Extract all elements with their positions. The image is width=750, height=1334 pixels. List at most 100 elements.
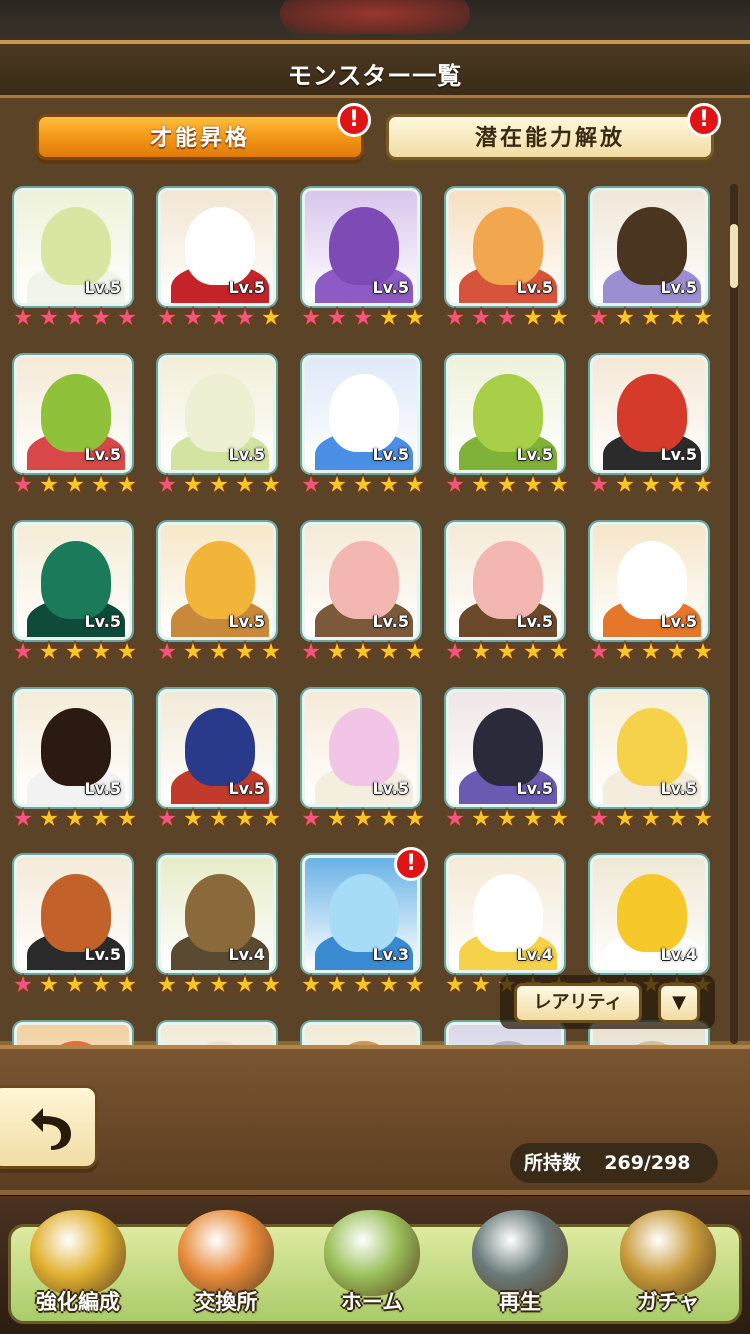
monster-card[interactable]: Lv.5 ★ ★ ★ ★ ★ xyxy=(154,518,283,667)
tab-talent-promotion-label: 才能昇格 xyxy=(149,126,250,151)
nav-gacha[interactable]: ガチャ xyxy=(598,1196,738,1334)
star-icon: ★ xyxy=(11,804,35,834)
nav-label: ホーム xyxy=(340,1290,404,1314)
monster-card[interactable]: Lv.5 ★ ★ ★ ★ ★ xyxy=(10,685,139,834)
rarity-sort-button[interactable]: レアリティ xyxy=(514,983,642,1023)
rarity-stars: ★★★★★ xyxy=(442,805,572,835)
star-icon: ★ xyxy=(613,470,637,500)
top-strip xyxy=(0,0,750,42)
monster-head xyxy=(41,374,111,452)
star-icon: ★ xyxy=(155,303,179,333)
star-icon: ★ xyxy=(403,970,427,1000)
monster-portrait: Lv.5 xyxy=(446,188,564,306)
nav-home[interactable]: ホーム xyxy=(302,1196,442,1334)
monster-portrait: Lv.5 xyxy=(14,855,132,973)
monster-portrait: Lv.5 xyxy=(158,522,276,640)
nav-rebirth[interactable]: 再生 xyxy=(450,1196,590,1334)
star-icon: ★ xyxy=(181,470,205,500)
star-icon: ★ xyxy=(37,470,61,500)
star-icon: ★ xyxy=(11,470,35,500)
star-icon: ★ xyxy=(691,303,715,333)
filter-bar: レアリティ ▼ xyxy=(500,975,715,1029)
scrollbar-thumb[interactable] xyxy=(730,224,738,288)
star-icon: ★ xyxy=(259,470,283,500)
rarity-stars: ★★★★★ xyxy=(442,304,572,334)
monster-level: Lv.3 xyxy=(372,945,409,964)
monster-card[interactable] xyxy=(298,1018,422,1046)
monster-card[interactable]: Lv.5 ★ ★ ★ ★ ★ xyxy=(10,851,139,1000)
star-icon: ★ xyxy=(377,303,401,333)
star-icon: ★ xyxy=(665,637,689,667)
page-title: モンスター一覧 xyxy=(287,62,463,90)
monster-card[interactable]: Lv.5 ★ ★ ★ ★ ★ xyxy=(10,518,139,667)
rarity-stars: ★★★★★ xyxy=(154,971,284,1001)
monster-card[interactable]: Lv.5 ★ ★ ★ ★ ★ xyxy=(586,184,715,333)
monster-card[interactable]: Lv.5 ★ ★ ★ ★ ★ xyxy=(442,351,571,500)
star-icon: ★ xyxy=(443,470,467,500)
monster-card[interactable]: Lv.5 ★ ★ ★ ★ ★ xyxy=(442,184,571,333)
monster-card[interactable]: Lv.5 ★ ★ ★ ★ ★ xyxy=(10,184,139,333)
monster-card[interactable]: Lv.5 ★ ★ ★ ★ ★ xyxy=(442,518,571,667)
star-icon: ★ xyxy=(613,303,637,333)
sort-order-toggle[interactable]: ▼ xyxy=(658,983,700,1023)
monster-portrait: Lv.4 xyxy=(446,855,564,973)
star-icon: ★ xyxy=(63,470,87,500)
star-icon: ★ xyxy=(233,970,257,1000)
star-icon: ★ xyxy=(443,804,467,834)
monster-head xyxy=(329,874,399,952)
monster-card[interactable]: Lv.5 ★ ★ ★ ★ ★ xyxy=(154,685,283,834)
star-icon: ★ xyxy=(37,804,61,834)
star-icon: ★ xyxy=(665,804,689,834)
monster-card[interactable]: Lv.5 ★ ★ ★ ★ ★ xyxy=(154,351,283,500)
nav-enhance[interactable]: 強化編成 xyxy=(8,1196,148,1334)
monster-portrait: Lv.5 xyxy=(302,522,420,640)
monster-card[interactable]: Lv.3! ★ ★ ★ ★ ★ xyxy=(298,847,428,1000)
alert-badge-icon: ! xyxy=(687,103,721,137)
tab-talent-promotion[interactable]: 才能昇格 ! xyxy=(36,103,371,160)
rarity-stars: ★★★★★ xyxy=(154,805,284,835)
monster-portrait xyxy=(158,1022,276,1046)
rarity-stars: ★★★★★ xyxy=(298,805,428,835)
monster-grid: Lv.5 ★ ★ ★ ★ ★ Lv.5 ★ ★ ★ ★ ★ Lv.5 ★ ★ ★ ★ ★ Lv.5 ★ ★ ★ ★ ★ Lv.5… xyxy=(10,184,725,1046)
monster-card[interactable]: Lv.5 ★ ★ ★ ★ ★ xyxy=(298,351,427,500)
monster-head xyxy=(185,207,255,285)
owned-count-label: 所持数 xyxy=(524,1152,582,1174)
tab-potential-unlock-label: 潜在能力解放 xyxy=(474,126,625,151)
star-icon: ★ xyxy=(351,470,375,500)
nav-exchange[interactable]: 交換所 xyxy=(156,1196,296,1334)
monster-card[interactable]: Lv.5 ★ ★ ★ ★ ★ xyxy=(442,685,571,834)
tab-potential-unlock[interactable]: 潜在能力解放 ! xyxy=(386,103,721,160)
star-icon: ★ xyxy=(403,303,427,333)
monster-card[interactable] xyxy=(154,1018,278,1046)
monster-head xyxy=(617,874,687,952)
monster-card[interactable]: Lv.5 ★ ★ ★ ★ ★ xyxy=(298,685,427,834)
rarity-stars: ★★★★★ xyxy=(154,304,284,334)
star-icon: ★ xyxy=(377,637,401,667)
star-icon: ★ xyxy=(443,637,467,667)
star-icon: ★ xyxy=(587,637,611,667)
monster-card[interactable]: Lv.5 ★ ★ ★ ★ ★ xyxy=(154,184,283,333)
monster-card[interactable]: Lv.5 ★ ★ ★ ★ ★ xyxy=(586,351,715,500)
star-icon: ★ xyxy=(469,637,493,667)
scrollbar[interactable] xyxy=(730,184,738,1044)
monster-card[interactable]: Lv.5 ★ ★ ★ ★ ★ xyxy=(298,518,427,667)
star-icon: ★ xyxy=(155,470,179,500)
monster-card[interactable]: Lv.5 ★ ★ ★ ★ ★ xyxy=(586,685,715,834)
monster-portrait: Lv.4 xyxy=(158,855,276,973)
back-button[interactable] xyxy=(0,1085,98,1169)
monster-card[interactable]: Lv.5 ★ ★ ★ ★ ★ xyxy=(586,518,715,667)
star-icon: ★ xyxy=(639,637,663,667)
monster-card[interactable]: Lv.5 ★ ★ ★ ★ ★ xyxy=(298,184,427,333)
monster-head xyxy=(329,541,399,619)
star-icon: ★ xyxy=(11,637,35,667)
monster-head xyxy=(185,374,255,452)
monster-card[interactable] xyxy=(10,1018,134,1046)
star-icon: ★ xyxy=(259,303,283,333)
star-icon: ★ xyxy=(63,303,87,333)
star-icon: ★ xyxy=(403,804,427,834)
home-icon xyxy=(324,1210,420,1296)
star-icon: ★ xyxy=(233,804,257,834)
monster-card[interactable]: Lv.5 ★ ★ ★ ★ ★ xyxy=(10,351,139,500)
shop-icon xyxy=(178,1210,274,1296)
monster-card[interactable]: Lv.4★★★★★ xyxy=(154,851,283,1000)
